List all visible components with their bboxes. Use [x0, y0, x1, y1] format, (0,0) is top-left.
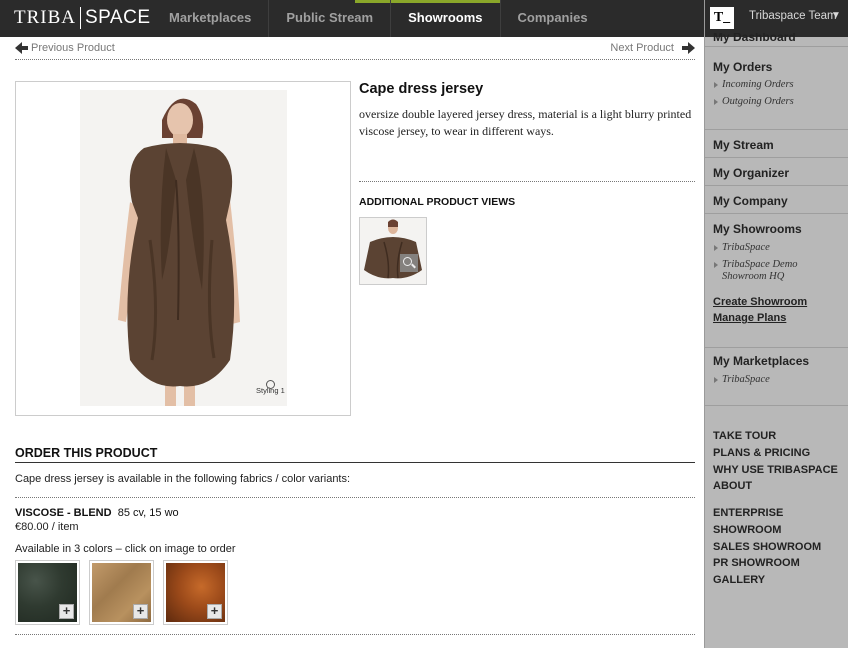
section-dashboard: My Dashboard: [705, 33, 848, 46]
section-divider: [15, 497, 695, 498]
sidebar-item-my-marketplaces[interactable]: My Marketplaces: [713, 354, 841, 368]
swatch-image: +: [166, 563, 225, 622]
fabric-line: VISCOSE - BLEND 85 cv, 15 wo: [15, 507, 179, 519]
product-pager: Previous Product Next Product: [15, 40, 695, 60]
order-intro-text: Cape dress jersey is available in the fo…: [15, 473, 351, 485]
showroom-types-links: ENTERPRISE SHOWROOM SALES SHOWROOM PR SH…: [713, 505, 847, 589]
nav-marketplaces[interactable]: Marketplaces: [152, 0, 268, 37]
gallery-link[interactable]: GALLERY: [713, 572, 847, 589]
main-nav: Marketplaces Public Stream Showrooms Com…: [152, 0, 605, 37]
sidebar-item-showroom-demo-hq[interactable]: TribaSpace Demo Showroom HQ: [713, 259, 841, 283]
section-organizer: My Organizer: [705, 158, 848, 186]
arrow-left-icon: [15, 42, 28, 54]
color-swatch-sand[interactable]: +: [89, 560, 154, 625]
section-company: My Company: [705, 186, 848, 214]
sidebar-divider: [705, 46, 848, 47]
colors-note: Available in 3 colors – click on image t…: [15, 543, 236, 555]
order-heading: ORDER THIS PRODUCT: [15, 446, 695, 463]
about-link[interactable]: ABOUT: [713, 478, 847, 495]
fabric-composition: 85 cv, 15 wo: [117, 507, 179, 519]
logo-divider: [80, 7, 81, 29]
logo-text-triba: TRIBA: [14, 7, 76, 28]
thumbnail-photo: [360, 218, 426, 284]
section-marketplaces: My Marketplaces TribaSpace: [705, 348, 848, 406]
swatch-image: +: [18, 563, 77, 622]
nav-companies[interactable]: Companies: [499, 0, 605, 37]
add-to-order-icon[interactable]: +: [207, 604, 222, 619]
account-menu[interactable]: T_ Tribaspace Team ▼: [705, 0, 848, 37]
sidebar-item-my-showrooms[interactable]: My Showrooms: [713, 222, 841, 236]
add-to-order-icon[interactable]: +: [133, 604, 148, 619]
logo-text-space: SPACE: [85, 7, 151, 28]
color-swatch-rust[interactable]: +: [163, 560, 228, 625]
next-product-label: Next Product: [610, 42, 674, 54]
dress-illustration: [80, 90, 287, 406]
section-divider: [15, 634, 695, 635]
main-product-image[interactable]: Styling 1: [15, 81, 351, 416]
take-tour-link[interactable]: TAKE TOUR: [713, 428, 847, 445]
company-badge: T_: [710, 7, 734, 29]
section-divider: [359, 181, 695, 182]
section-stream: My Stream: [705, 130, 848, 158]
next-product-link[interactable]: Next Product: [610, 42, 695, 54]
sidebar-item-my-orders[interactable]: My Orders: [713, 60, 841, 74]
add-to-order-icon[interactable]: +: [59, 604, 74, 619]
sidebar-item-my-organizer[interactable]: My Organizer: [713, 166, 841, 180]
sales-showroom-link[interactable]: SALES SHOWROOM: [713, 539, 847, 556]
price: €80.00 / item: [15, 521, 79, 533]
sidebar-item-outgoing-orders[interactable]: Outgoing Orders: [713, 96, 841, 107]
previous-product-label: Previous Product: [31, 42, 115, 54]
sidebar-item-marketplace-tribaspace[interactable]: TribaSpace: [713, 374, 841, 385]
create-showroom-link[interactable]: Create Showroom: [713, 296, 841, 308]
sidebar-item-my-stream[interactable]: My Stream: [713, 138, 841, 152]
sidebar-item-incoming-orders[interactable]: Incoming Orders: [713, 79, 841, 90]
manage-plans-link[interactable]: Manage Plans: [713, 312, 841, 324]
pr-showroom-link[interactable]: PR SHOWROOM: [713, 555, 847, 572]
section-orders: My Orders Incoming Orders Outgoing Order…: [705, 53, 848, 130]
fabric-name: VISCOSE - BLEND: [15, 507, 112, 519]
color-swatch-dark-green[interactable]: +: [15, 560, 80, 625]
additional-view-thumbnail[interactable]: [359, 217, 427, 285]
product-description: oversize double layered jersey dress, ma…: [359, 107, 692, 138]
sidebar-item-my-company[interactable]: My Company: [713, 194, 841, 208]
product-title: Cape dress jersey: [359, 81, 484, 97]
model-photo: [80, 90, 287, 406]
sidebar-item-showroom-tribaspace[interactable]: TribaSpace: [713, 242, 841, 253]
plans-pricing-link[interactable]: PLANS & PRICING: [713, 445, 847, 462]
additional-views-heading: ADDITIONAL PRODUCT VIEWS: [359, 196, 516, 208]
why-use-link[interactable]: WHY USE TRIBASPACE: [713, 462, 847, 479]
caret-down-icon[interactable]: ▼: [831, 10, 841, 21]
team-name[interactable]: Tribaspace Team: [749, 10, 837, 22]
showroom-link[interactable]: SHOWROOM: [713, 522, 847, 539]
tribaspace-logo[interactable]: TRIBA SPACE: [14, 6, 151, 30]
section-showrooms: My Showrooms TribaSpace TribaSpace Demo …: [705, 214, 848, 348]
info-links: TAKE TOUR PLANS & PRICING WHY USE TRIBAS…: [713, 428, 847, 495]
nav-public-stream[interactable]: Public Stream: [268, 0, 390, 37]
magnifier-icon[interactable]: [400, 254, 418, 272]
account-sidebar: T_ Tribaspace Team ▼ My Dashboard My Ord…: [704, 0, 848, 648]
previous-product-link[interactable]: Previous Product: [15, 42, 115, 54]
swatch-image: +: [92, 563, 151, 622]
sidebar-item-my-dashboard[interactable]: My Dashboard: [713, 33, 841, 44]
nav-showrooms[interactable]: Showrooms: [390, 0, 499, 37]
image-caption: Styling 1: [256, 386, 285, 395]
enterprise-link[interactable]: ENTERPRISE: [713, 505, 847, 522]
arrow-right-icon: [682, 42, 695, 54]
